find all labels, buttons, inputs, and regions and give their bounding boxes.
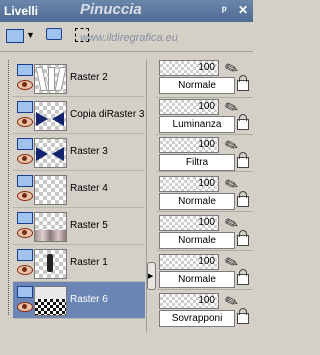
- layer-blend-controls: 100 ✎ Normale: [159, 175, 251, 214]
- layer-visibility-icon[interactable]: [17, 212, 33, 224]
- layer-row[interactable]: Raster 5: [13, 208, 145, 245]
- pin-icon[interactable]: ᵖ: [222, 3, 227, 17]
- close-icon[interactable]: ✕: [238, 3, 248, 17]
- layer-visibility-icon[interactable]: [17, 64, 33, 76]
- blend-mode-select[interactable]: Normale: [159, 232, 235, 249]
- lock-icon[interactable]: [237, 152, 249, 168]
- layer-row[interactable]: Raster 2: [13, 60, 145, 97]
- layer-visibility-icon[interactable]: [17, 175, 33, 187]
- layer-row[interactable]: Raster 3: [13, 134, 145, 171]
- divider: [157, 97, 253, 98]
- layer-thumbnail: [34, 138, 67, 168]
- divider: [157, 211, 253, 212]
- layer-thumbnail: [34, 175, 67, 205]
- layer-visibility-icon[interactable]: [17, 138, 33, 150]
- panel-title: Livelli: [4, 4, 39, 18]
- layer-blend-controls: 100 ✎ Normale: [159, 253, 251, 292]
- divider: [157, 250, 253, 251]
- layer-blend-controls: 100 ✎ Luminanza: [159, 98, 251, 137]
- layer-blend-controls: 100 ✎ Normale: [159, 214, 251, 253]
- layer-row[interactable]: Raster 4: [13, 171, 145, 208]
- opacity-field[interactable]: 100: [159, 176, 219, 192]
- layer-tree-line: [8, 60, 9, 315]
- lock-icon[interactable]: [237, 114, 249, 130]
- divider: [157, 289, 253, 290]
- layer-name[interactable]: Copia diRaster 3: [70, 109, 144, 120]
- eye-icon[interactable]: [17, 191, 33, 201]
- lock-icon[interactable]: [237, 269, 249, 285]
- chevron-down-icon[interactable]: ▼: [26, 30, 35, 40]
- opacity-field[interactable]: 100: [159, 99, 219, 115]
- layer-name[interactable]: Raster 4: [70, 183, 108, 194]
- layer-thumbnail: [34, 101, 67, 131]
- layer-name[interactable]: Raster 1: [70, 257, 108, 268]
- lock-icon[interactable]: [237, 308, 249, 324]
- layer-thumbnail: [34, 249, 67, 279]
- opacity-field[interactable]: 100: [159, 60, 219, 76]
- layer-thumbnail: [34, 64, 67, 94]
- divider: [157, 171, 253, 172]
- layer-row-selected[interactable]: Raster 6: [13, 282, 145, 319]
- layer-visibility-icon[interactable]: [17, 101, 33, 113]
- layer-row[interactable]: Raster 1: [13, 245, 145, 282]
- layer-blend-controls: 100 ✎ Normale: [159, 59, 251, 98]
- layers-scrollbar[interactable]: [146, 60, 155, 332]
- opacity-field[interactable]: 100: [159, 137, 219, 153]
- blend-mode-select[interactable]: Filtra: [159, 154, 235, 171]
- divider: [157, 134, 253, 135]
- eye-icon[interactable]: [17, 117, 33, 127]
- blend-mode-select[interactable]: Sovrapponi: [159, 310, 235, 327]
- lock-icon[interactable]: [237, 230, 249, 246]
- blend-mode-select[interactable]: Normale: [159, 271, 235, 288]
- layer-visibility-icon[interactable]: [17, 249, 33, 261]
- panel-titlebar: Livelli Pinuccia ᵖ ✕: [0, 0, 253, 22]
- watermark-logo: Pinuccia: [80, 1, 142, 18]
- layer-name[interactable]: Raster 3: [70, 146, 108, 157]
- watermark-url: www.ildiregrafica.eu: [80, 32, 178, 44]
- blend-mode-select[interactable]: Luminanza: [159, 116, 235, 133]
- eye-icon[interactable]: [17, 228, 33, 238]
- layer-name[interactable]: Raster 2: [70, 72, 108, 83]
- layer-blend-controls: 100 ✎ Filtra: [159, 136, 251, 175]
- opacity-field[interactable]: 100: [159, 254, 219, 270]
- toolbar-divider: [0, 51, 253, 52]
- eye-icon[interactable]: [17, 154, 33, 164]
- blend-mode-select[interactable]: Normale: [159, 77, 235, 94]
- layer-blend-controls: 100 ✎ Sovrapponi: [159, 292, 251, 331]
- new-layer-icon[interactable]: [6, 29, 24, 43]
- layer-visibility-icon[interactable]: [17, 286, 33, 298]
- expand-arrow-icon[interactable]: ▶: [148, 272, 153, 280]
- layer-row[interactable]: Copia diRaster 3: [13, 97, 145, 134]
- layer-name[interactable]: Raster 6: [70, 294, 108, 305]
- layer-thumbnail: [34, 286, 67, 316]
- eye-icon[interactable]: [17, 302, 33, 312]
- layer-thumbnail: [34, 212, 67, 242]
- opacity-field[interactable]: 100: [159, 293, 219, 309]
- eye-icon[interactable]: [17, 80, 33, 90]
- opacity-field[interactable]: 100: [159, 215, 219, 231]
- eye-icon[interactable]: [17, 265, 33, 275]
- lock-icon[interactable]: [237, 75, 249, 91]
- new-mask-icon[interactable]: [46, 28, 62, 40]
- layer-name[interactable]: Raster 5: [70, 220, 108, 231]
- lock-icon[interactable]: [237, 191, 249, 207]
- blend-mode-select[interactable]: Normale: [159, 193, 235, 210]
